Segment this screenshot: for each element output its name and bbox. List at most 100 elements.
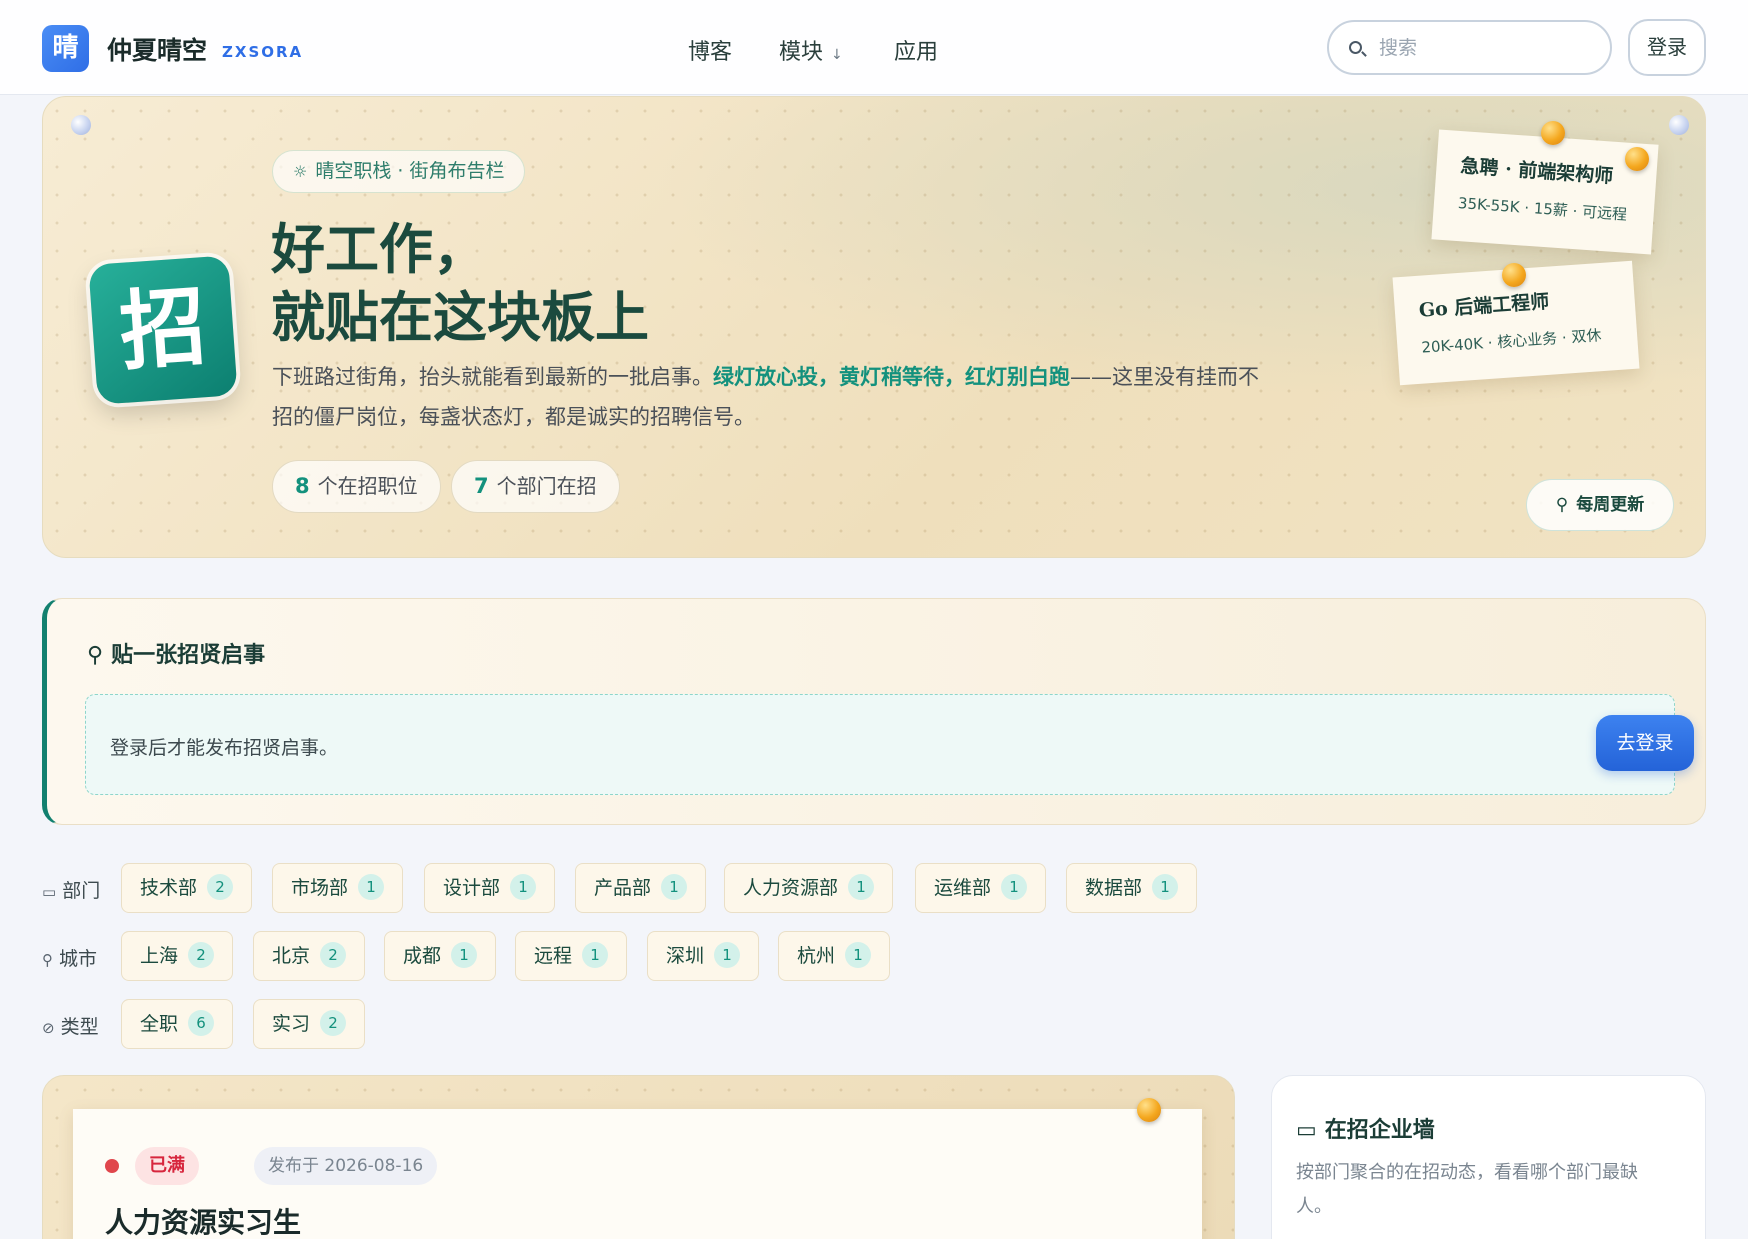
chip-count: 2 xyxy=(320,942,347,968)
filter-chip-city[interactable]: 深圳 1 xyxy=(647,931,760,981)
chip-label: 上海 xyxy=(140,945,179,967)
hero-badge: ☼ 晴空职栈 · 街角布告栏 xyxy=(272,150,526,193)
nav-blog-label: 博客 xyxy=(688,40,733,65)
top-header: 晴 仲夏晴空 ZXSORA 博客 模块 ↓ 应用 登录 xyxy=(0,0,1748,95)
company-wall-title: ▭ 在招企业墙 xyxy=(1296,1112,1435,1144)
chip-label: 数据部 xyxy=(1085,877,1143,899)
pushpin-icon xyxy=(1541,121,1565,145)
chip-count: 6 xyxy=(188,1010,215,1036)
note-title: 急聘 · 前端架构师 xyxy=(1459,155,1614,188)
hero-desc-red: 红灯别白跑 xyxy=(965,365,1070,389)
company-wall-panel: ▭ 在招企业墙 按部门聚合的在招动态，看看哪个部门最缺人。 xyxy=(1271,1075,1706,1239)
brand-name[interactable]: 仲夏晴空 xyxy=(107,31,207,67)
note-title: Go 后端工程师 xyxy=(1418,290,1550,322)
nav-modules-label: 模块 xyxy=(779,40,824,65)
job-title[interactable]: 人力资源实习生 xyxy=(105,1201,301,1239)
briefcase-icon: ▭ xyxy=(42,883,57,901)
hero-badge-label: 晴空职栈 · 街角布告栏 xyxy=(315,160,505,182)
chip-label: 杭州 xyxy=(797,945,836,967)
site-logo[interactable]: 晴 xyxy=(42,25,89,72)
filter-chip-department[interactable]: 数据部 1 xyxy=(1066,863,1198,913)
filter-chip-department[interactable]: 设计部 1 xyxy=(424,863,556,913)
filter-label-text: 类型 xyxy=(60,1016,99,1038)
chip-count: 1 xyxy=(1152,874,1179,900)
note-subtitle: 20K-40K · 核心业务 · 双休 xyxy=(1420,326,1602,357)
chip-count: 1 xyxy=(1001,874,1028,900)
chip-label: 人力资源部 xyxy=(743,877,839,899)
hero-desc-green: 绿灯放心投， xyxy=(713,365,839,389)
job-card[interactable]: 已满 发布于 2026-08-16 人力资源实习生 xyxy=(73,1109,1202,1239)
chip-count: 1 xyxy=(845,942,872,968)
publish-date: 发布于 2026-08-16 xyxy=(254,1147,438,1185)
chevron-down-icon: ↓ xyxy=(831,47,843,63)
filter-chip-city[interactable]: 杭州 1 xyxy=(778,931,891,981)
chip-count: 2 xyxy=(320,1010,347,1036)
compass-icon: ⊘ xyxy=(42,1019,55,1037)
chip-label: 全职 xyxy=(140,1013,179,1035)
search-input[interactable] xyxy=(1379,32,1599,64)
stat-departments: 7 个部门在招 xyxy=(451,460,620,513)
filter-chip-city[interactable]: 成都 1 xyxy=(384,931,497,981)
filter-chip-department[interactable]: 技术部 2 xyxy=(121,863,253,913)
pushpin-icon xyxy=(1137,1098,1161,1122)
filter-chip-type[interactable]: 全职 6 xyxy=(121,999,234,1049)
nav-blog[interactable]: 博客 xyxy=(688,34,732,66)
pushpin-icon xyxy=(1502,263,1526,287)
filter-label-department: ▭ 部门 xyxy=(42,876,100,903)
hero-desc-yellow: 黄灯稍等待， xyxy=(839,365,965,389)
login-button[interactable]: 登录 xyxy=(1628,19,1706,76)
filter-label-text: 城市 xyxy=(59,948,98,970)
chip-count: 1 xyxy=(582,942,609,968)
chip-label: 技术部 xyxy=(140,877,198,899)
post-title-label: 贴一张招贤启事 xyxy=(111,643,266,668)
pin-icon: ⚲ xyxy=(42,951,53,969)
pin-icon: ⚲ xyxy=(87,643,104,668)
go-login-button[interactable]: 去登录 xyxy=(1596,715,1694,771)
filter-chip-city[interactable]: 北京 2 xyxy=(253,931,366,981)
nav-modules[interactable]: 模块 ↓ xyxy=(779,34,843,66)
pin-icon: ⚲ xyxy=(1555,495,1569,515)
post-panel-title: ⚲ 贴一张招贤启事 xyxy=(87,637,265,669)
chip-count: 1 xyxy=(358,874,385,900)
chip-label: 深圳 xyxy=(666,945,705,967)
note-subtitle: 35K-55K · 15薪 · 可远程 xyxy=(1457,193,1628,224)
chip-label: 北京 xyxy=(272,945,311,967)
stat-label: 个在招职位 xyxy=(317,474,418,498)
hero-desc-text: 下班路过街角，抬头就能看到最新的一批启事。 xyxy=(272,365,713,389)
stat-label: 个部门在招 xyxy=(496,474,597,498)
filter-chip-city[interactable]: 远程 1 xyxy=(515,931,628,981)
chip-count: 2 xyxy=(207,874,234,900)
hero-title-line2: 就贴在这块板上 xyxy=(271,285,649,349)
status-badge: 已满 xyxy=(135,1147,199,1185)
chip-label: 运维部 xyxy=(934,877,992,899)
login-prompt-box: 登录后才能发布招贤启事。 去登录 xyxy=(85,694,1694,795)
status-light-red xyxy=(105,1159,119,1173)
chip-count: 1 xyxy=(451,942,478,968)
chip-count: 1 xyxy=(848,874,875,900)
chip-count: 1 xyxy=(661,874,688,900)
filter-chip-department[interactable]: 运维部 1 xyxy=(915,863,1047,913)
chip-count: 2 xyxy=(188,942,215,968)
filter-label-text: 部门 xyxy=(62,880,101,902)
job-note-frontend[interactable]: 急聘 · 前端架构师 35K-55K · 15薪 · 可远程 xyxy=(1431,129,1659,255)
chip-label: 产品部 xyxy=(594,877,652,899)
hero-board: ☼ 晴空职栈 · 街角布告栏 招 好工作， 就贴在这块板上 下班路过街角，抬头就能… xyxy=(42,96,1706,558)
nav-apps[interactable]: 应用 xyxy=(894,34,938,66)
corner-pin-icon xyxy=(1669,115,1689,135)
filter-label-type: ⊘ 类型 xyxy=(42,1012,99,1039)
search-box[interactable] xyxy=(1327,20,1612,75)
pushpin-icon xyxy=(1625,147,1649,171)
weekly-update-button[interactable]: ⚲ 每周更新 xyxy=(1526,479,1674,531)
company-wall-title-label: 在招企业墙 xyxy=(1324,1118,1435,1143)
chip-count: 1 xyxy=(510,874,537,900)
briefcase-icon: ▭ xyxy=(1296,1118,1317,1143)
filter-chip-city[interactable]: 上海 2 xyxy=(121,931,234,981)
filter-chip-department[interactable]: 市场部 1 xyxy=(272,863,404,913)
filter-chip-department[interactable]: 人力资源部 1 xyxy=(724,863,894,913)
stat-number: 7 xyxy=(474,474,489,498)
chip-label: 设计部 xyxy=(443,877,501,899)
filter-chip-department[interactable]: 产品部 1 xyxy=(575,863,707,913)
job-board: 已满 发布于 2026-08-16 人力资源实习生 xyxy=(42,1075,1235,1239)
filter-label-city: ⚲ 城市 xyxy=(42,944,97,971)
filter-chip-type[interactable]: 实习 2 xyxy=(253,999,366,1049)
